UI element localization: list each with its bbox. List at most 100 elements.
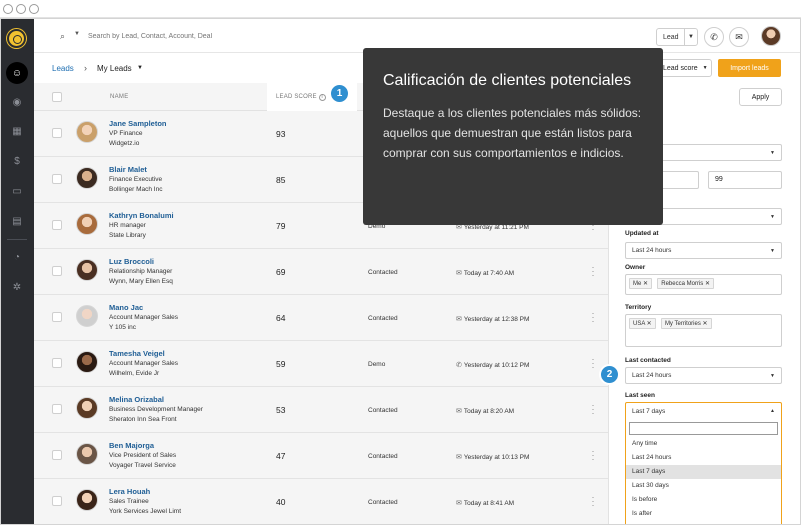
row-checkbox[interactable] xyxy=(52,128,62,138)
lead-name-link[interactable]: Jane Sampleton xyxy=(109,119,167,128)
lead-name-link[interactable]: Tamesha Veigel xyxy=(109,349,165,358)
lead-name-link[interactable]: Melina Orizabal xyxy=(109,395,164,404)
chat-nav-icon[interactable]: ▭ xyxy=(9,183,25,199)
row-more-menu-icon[interactable]: ··· xyxy=(590,309,596,326)
lead-score: 79 xyxy=(276,221,286,231)
row-more-menu-icon[interactable]: ··· xyxy=(590,355,596,372)
info-icon[interactable]: i xyxy=(318,94,326,101)
row-checkbox[interactable] xyxy=(52,220,62,230)
last-activity: ✆ Yesterday at 10:12 PM xyxy=(456,361,529,369)
territory-multiselect[interactable]: USA ✕ My Territories ✕ xyxy=(625,314,782,347)
lead-name-link[interactable]: Luz Broccoli xyxy=(109,257,154,266)
step-badge-1: 1 xyxy=(329,83,350,104)
chevron-down-icon[interactable]: ▼ xyxy=(74,31,80,37)
territory-chip[interactable]: My Territories ✕ xyxy=(660,318,712,329)
row-checkbox[interactable] xyxy=(52,312,62,322)
last-activity: ✉ Today at 8:20 AM xyxy=(456,407,514,415)
lead-company: Y 105 inc xyxy=(109,324,136,331)
chevron-down-icon[interactable]: ▼ xyxy=(684,29,697,45)
mail-icon: ✉ xyxy=(456,408,462,415)
updated-at-select[interactable]: Last 24 hours ▼ xyxy=(625,242,782,259)
lead-score: 69 xyxy=(276,267,286,277)
sort-dropdown[interactable]: Lead score ▼ xyxy=(656,59,712,77)
row-checkbox[interactable] xyxy=(52,404,62,414)
add-lead-button[interactable]: Lead ▼ xyxy=(656,28,698,46)
app-logo-icon[interactable] xyxy=(7,29,26,48)
breadcrumb-leads-link[interactable]: Leads xyxy=(52,64,74,73)
email-button[interactable]: ✉ xyxy=(729,27,749,47)
table-row[interactable]: Luz Broccoli Relationship Manager Wynn, Ma… xyxy=(34,249,608,295)
lead-name-link[interactable]: Blair Malet xyxy=(109,165,147,174)
lead-status: Demo xyxy=(368,361,386,368)
phone-icon: ✆ xyxy=(456,362,462,369)
row-checkbox[interactable] xyxy=(52,496,62,506)
last-seen-option[interactable]: Any time xyxy=(626,437,781,451)
last-seen-option[interactable]: Is between xyxy=(626,521,781,524)
lead-company: Sheraton Inn Sea Front xyxy=(109,416,177,423)
owner-chip[interactable]: Me ✕ xyxy=(629,278,653,289)
mail-icon: ✉ xyxy=(456,454,462,461)
search-icon[interactable]: ⌕ xyxy=(60,31,65,42)
search-input[interactable] xyxy=(88,29,348,43)
last-seen-option[interactable]: Last 24 hours xyxy=(626,451,781,465)
apply-filters-button[interactable]: Apply xyxy=(739,88,782,106)
my-leads-view-selector[interactable]: My Leads xyxy=(97,64,132,73)
owner-label: Owner xyxy=(625,264,646,271)
owner-multiselect[interactable]: Me ✕ Rebecca Morris ✕ xyxy=(625,274,782,295)
lead-title: Account Manager Sales xyxy=(109,314,179,321)
window-minimize-button[interactable] xyxy=(16,4,26,14)
calendar-nav-icon[interactable]: ▤ xyxy=(9,213,25,229)
table-row[interactable]: Ben Majorga Vice President of Sales Voyage… xyxy=(34,433,608,479)
row-checkbox[interactable] xyxy=(52,266,62,276)
table-row[interactable]: Lera Houah Sales Trainee York Services Jew… xyxy=(34,479,608,524)
table-row[interactable]: Melina Orizabal Business Development Mana… xyxy=(34,387,608,433)
chevron-down-icon[interactable]: ▼ xyxy=(137,65,143,71)
owner-chip[interactable]: Rebecca Morris ✕ xyxy=(657,278,714,289)
import-leads-button[interactable]: Import leads xyxy=(718,59,781,77)
row-checkbox[interactable] xyxy=(52,358,62,368)
deals-nav-icon[interactable]: $ xyxy=(9,153,25,169)
column-header-name[interactable]: NAME xyxy=(110,94,129,100)
lead-score: 47 xyxy=(276,451,286,461)
lead-score: 59 xyxy=(276,359,286,369)
analytics-nav-icon[interactable]: ◔ xyxy=(9,249,25,265)
last-seen-search-input[interactable] xyxy=(629,422,778,435)
row-more-menu-icon[interactable]: ··· xyxy=(590,493,596,510)
lead-title: Vice President of Sales xyxy=(109,452,177,459)
add-lead-label: Lead xyxy=(663,33,679,41)
last-seen-option[interactable]: Is after xyxy=(626,507,781,521)
window-close-button[interactable] xyxy=(3,4,13,14)
lead-name-link[interactable]: Ben Majorga xyxy=(109,441,154,450)
user-avatar[interactable] xyxy=(761,26,781,46)
lead-status: Contacted xyxy=(368,269,398,276)
last-seen-dropdown[interactable]: Last 7 days ▲ Any time Last 24 hours Last 7… xyxy=(625,402,782,524)
last-activity-text: Today at 8:41 AM xyxy=(463,500,515,507)
lead-name-link[interactable]: Kathryn Bonalumi xyxy=(109,211,174,220)
row-more-menu-icon[interactable]: ··· xyxy=(590,401,596,418)
window-maximize-button[interactable] xyxy=(29,4,39,14)
row-more-menu-icon[interactable]: ··· xyxy=(590,447,596,464)
settings-gear-icon[interactable]: ✲ xyxy=(9,279,25,295)
row-more-menu-icon[interactable]: ··· xyxy=(590,263,596,280)
accounts-nav-icon[interactable]: ▦ xyxy=(9,123,25,139)
table-row[interactable]: Tamesha Veigel Account Manager Sales Wilhe… xyxy=(34,341,608,387)
lead-status: Contacted xyxy=(368,499,398,506)
table-row[interactable]: Mano Jac Account Manager Sales Y 105 inc 64… xyxy=(34,295,608,341)
lead-name-link[interactable]: Mano Jac xyxy=(109,303,143,312)
row-checkbox[interactable] xyxy=(52,174,62,184)
last-seen-select[interactable]: Last 7 days ▲ xyxy=(626,403,781,421)
contacts-nav-icon[interactable]: ◉ xyxy=(9,94,25,110)
score-max-input[interactable]: 99 xyxy=(708,171,782,189)
last-seen-option[interactable]: Is before xyxy=(626,493,781,507)
territory-chip[interactable]: USA ✕ xyxy=(629,318,656,329)
leads-nav-icon[interactable]: ☺ xyxy=(6,62,28,84)
select-all-checkbox[interactable] xyxy=(52,92,62,102)
lead-name-link[interactable]: Lera Houah xyxy=(109,487,150,496)
lead-company: York Services Jewel Limt xyxy=(109,508,182,515)
row-checkbox[interactable] xyxy=(52,450,62,460)
last-seen-option[interactable]: Last 7 days xyxy=(626,465,781,479)
last-seen-option[interactable]: Last 30 days xyxy=(626,479,781,493)
last-contacted-select[interactable]: Last 24 hours ▼ xyxy=(625,367,782,384)
lead-score: 64 xyxy=(276,313,286,323)
phone-button[interactable]: ✆ xyxy=(704,27,724,47)
